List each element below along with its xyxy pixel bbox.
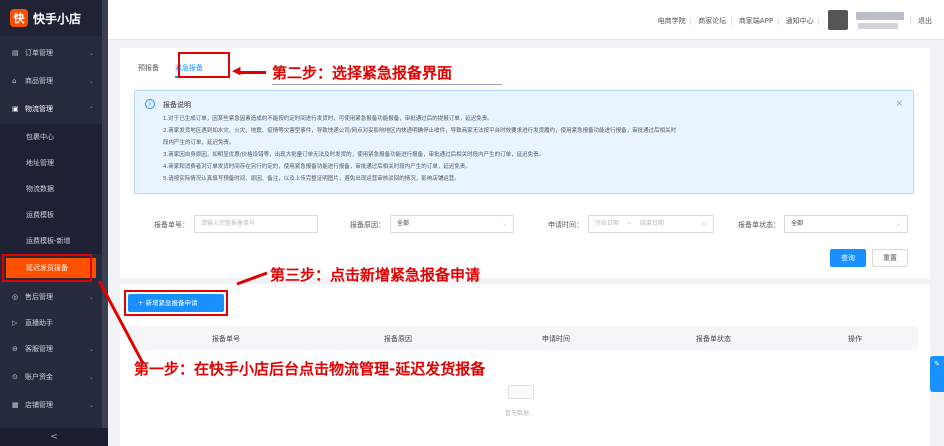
sidebar: 快 快手小店 ▤ 订单管理 ⌄ ⌂ 商品管理 ⌄ ▣ 物流管理 ⌃ 包裹中心 地址管理 物流… — [0, 0, 108, 446]
collapse-sidebar-button[interactable]: < — [0, 428, 108, 446]
chevron-down-icon: ⌄ — [88, 77, 94, 85]
logistics-icon: ▣ — [12, 105, 19, 113]
empty-box-icon — [508, 385, 534, 399]
user-id-blurred — [858, 23, 898, 29]
empty-text: 暂无数据 — [505, 410, 530, 417]
sidebar-subitem-package-center[interactable]: 包裹中心 — [0, 124, 108, 150]
sidebar-scrollbar[interactable] — [102, 0, 108, 446]
sidebar-item-label: 直播助手 — [25, 319, 53, 327]
report-no-input[interactable]: 请输入完整报备单号 — [194, 215, 318, 233]
sidebar-subitem-freight-template[interactable]: 运费模板 — [0, 202, 108, 228]
annotation-box-tab — [178, 52, 230, 78]
close-icon[interactable]: × — [895, 99, 903, 109]
chevron-down-icon: ⌄ — [88, 49, 94, 57]
annotation-arrow-tab — [238, 71, 266, 74]
reset-button[interactable]: 重置 — [872, 249, 908, 267]
column-header-status: 报备单状态 — [696, 335, 731, 343]
sidebar-item-shop[interactable]: ▦ 店铺管理 ⌄ — [0, 392, 108, 418]
column-header-reason: 报备原因 — [384, 335, 412, 343]
top-links: 电商学院 | 商家论坛 | 商家端APP | 通知中心 | — [657, 17, 820, 25]
avatar[interactable] — [828, 10, 848, 30]
report-reason-select[interactable]: 全部 ⌄ — [390, 215, 514, 233]
chevron-up-icon: ⌃ — [88, 105, 94, 113]
order-icon: ▤ — [12, 49, 19, 57]
sidebar-subitem-logistics-data[interactable]: 物流数据 — [0, 176, 108, 202]
column-header-action: 操作 — [848, 335, 862, 343]
notice-line: 段内产生的订单，延迟免责。 — [163, 140, 235, 146]
annotation-step2: 第二步：选择紧急报备界面 — [272, 64, 453, 82]
apply-time-label: 申请时间： — [548, 221, 583, 229]
report-status-label: 报备单状态： — [738, 221, 780, 229]
annotation-step3: 第三步：点击新增紧急报备申请 — [270, 266, 481, 284]
column-header-apply-time: 申请时间 — [542, 335, 570, 343]
chevron-down-icon: ⌄ — [88, 373, 94, 381]
top-link-notice[interactable]: 通知中心 — [786, 17, 814, 25]
sidebar-item-orders[interactable]: ▤ 订单管理 ⌄ — [0, 40, 108, 66]
sidebar-item-goods[interactable]: ⌂ 商品管理 ⌄ — [0, 68, 108, 94]
logout-link[interactable]: 退出 — [918, 16, 932, 26]
chevron-down-icon: ⌄ — [88, 401, 94, 409]
app-logo[interactable]: 快 快手小店 — [0, 0, 108, 36]
apply-time-range[interactable]: 开始日期 ~ 结束日期 ▭ — [588, 215, 714, 233]
notice-title: 报备说明 — [163, 101, 191, 109]
chevron-down-icon: ⌄ — [895, 220, 901, 227]
kuaishou-logo-icon: 快 — [10, 9, 28, 27]
column-header-report-no: 报备单号 — [212, 335, 240, 343]
sidebar-item-funds[interactable]: ⊙ 账户资金 ⌄ — [0, 364, 108, 390]
notice-line: 3.商家因自身原因，如明显优惠/价格设错等，出现大批量订单无法及时发货的，使用紧… — [163, 152, 545, 158]
annotation-box-sidebar — [2, 254, 92, 282]
report-no-label: 报备单号： — [154, 221, 189, 229]
calendar-icon: ▭ — [701, 220, 707, 227]
table-header: 报备单号 报备原因 申请时间 报备单状态 操作 — [128, 326, 918, 350]
feedback-float-button[interactable]: ✎ — [930, 356, 944, 392]
sidebar-item-label: 物流管理 — [25, 105, 53, 113]
top-link-forum[interactable]: 商家论坛 — [698, 17, 726, 25]
sidebar-item-label: 客服管理 — [25, 345, 53, 353]
top-link-app[interactable]: 商家端APP — [739, 17, 773, 25]
sidebar-item-label: 店铺管理 — [25, 401, 53, 409]
sidebar-subitem-freight-template-new[interactable]: 运费模板-新增 — [0, 228, 108, 254]
shop-icon: ▦ — [12, 401, 19, 409]
sidebar-item-logistics[interactable]: ▣ 物流管理 ⌃ — [0, 96, 108, 122]
arrow-head-icon: ◀ — [232, 64, 241, 77]
notice-line: 2.商家发货地区遇到如水灾、火灾、地震、疫情等灾害型事件，导致快递公司/网点对妥… — [163, 128, 677, 134]
chevron-down-icon: ⌄ — [88, 345, 94, 353]
sidebar-item-live[interactable]: ▷ 直播助手 — [0, 310, 108, 336]
sidebar-item-label: 订单管理 — [25, 49, 53, 57]
top-bar: 电商学院 | 商家论坛 | 商家端APP | 通知中心 | | 退出 — [108, 0, 944, 40]
report-status-select[interactable]: 全部 ⌄ — [784, 215, 908, 233]
notice-line: 1.对于已生成订单，因某些紧急因素造成的不能按约定时间进行发货时，可使用紧急报备… — [163, 116, 493, 122]
top-link-academy[interactable]: 电商学院 — [658, 17, 686, 25]
tab-pre-report[interactable]: 预报备 — [138, 58, 159, 78]
notice-line: 4.商家和消费者对订单发货时间存在另行约定的，使用紧急报备功能进行报备，审批通过… — [163, 164, 471, 170]
annotation-underline — [272, 84, 502, 85]
service-icon: ⊖ — [12, 345, 18, 353]
aftersale-icon: ◎ — [12, 293, 19, 301]
sidebar-item-label: 售后管理 — [25, 293, 53, 301]
sidebar-subitem-address[interactable]: 地址管理 — [0, 150, 108, 176]
report-reason-label: 报备原因： — [350, 221, 385, 229]
chevron-down-icon: ⌄ — [88, 293, 94, 301]
user-name-blurred — [856, 12, 904, 20]
funds-icon: ⊙ — [12, 373, 18, 381]
sidebar-item-aftersale[interactable]: ◎ 售后管理 ⌄ — [0, 284, 108, 310]
query-button[interactable]: 查询 — [830, 249, 866, 267]
app-title: 快手小店 — [33, 11, 82, 26]
notice-line: 5.请按实际情况认真填写预备时间、原因、备注，以及上传完整证明图片，避免出现运营… — [163, 176, 460, 182]
goods-icon: ⌂ — [12, 77, 17, 85]
sidebar-item-label: 商品管理 — [25, 77, 53, 85]
annotation-box-add — [124, 290, 228, 316]
report-panel: 预报备 紧急报备 i 报备说明 × 1.对于已生成订单，因某些紧急因素造成的不能… — [120, 48, 930, 278]
notice-box: i 报备说明 × 1.对于已生成订单，因某些紧急因素造成的不能按约定时间进行发货… — [134, 90, 914, 194]
chevron-down-icon: ⌄ — [501, 220, 507, 227]
info-icon: i — [145, 99, 155, 109]
live-icon: ▷ — [12, 319, 18, 327]
sidebar-item-label: 账户资金 — [25, 373, 53, 381]
annotation-step1: 第一步：在快手小店后台点击物流管理-延迟发货报备 — [134, 360, 486, 378]
sidebar-item-service[interactable]: ⊖ 客服管理 ⌄ — [0, 336, 108, 362]
